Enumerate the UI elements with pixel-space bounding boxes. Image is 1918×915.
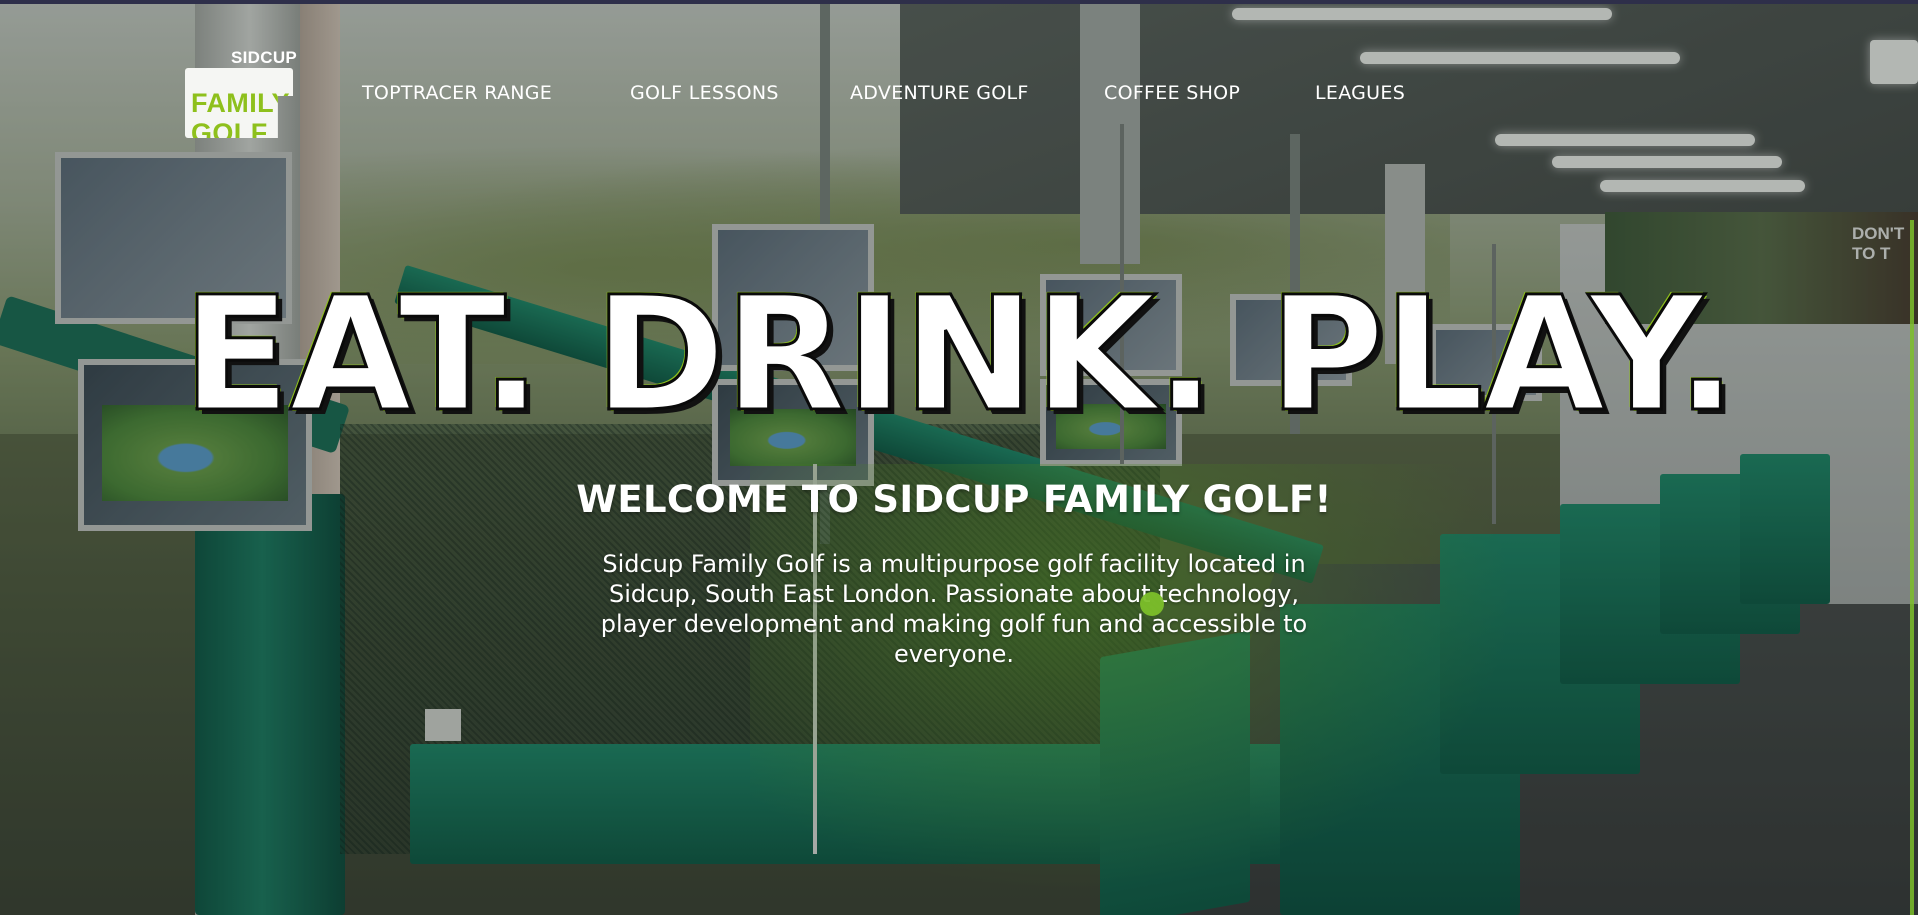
nav-item-toptracer-range[interactable]: TOPTRACER RANGE [362, 82, 552, 104]
hero-background-photo: DON'T TO T [0, 4, 1918, 915]
welcome-heading: WELCOME TO SIDCUP FAMILY GOLF! [576, 478, 1332, 521]
right-edge-accent [1910, 220, 1914, 915]
mouse-cursor-dot [1140, 592, 1164, 616]
hero-dark-overlay [0, 4, 1918, 915]
logo-badge: FAMILY GOLF [185, 68, 293, 138]
nav-item-leagues[interactable]: LEAGUES [1315, 82, 1405, 104]
nav-item-adventure-golf[interactable]: ADVENTURE GOLF [850, 82, 1029, 104]
window-top-border [0, 0, 1918, 4]
hero-section: EAT. DRINK. PLAY. [0, 263, 1918, 447]
logo-text-family: FAMILY [191, 88, 290, 118]
nav-item-golf-lessons[interactable]: GOLF LESSONS [630, 82, 779, 104]
intro-description: Sidcup Family Golf is a multipurpose gol… [600, 550, 1308, 668]
logo-text-sidcup: SIDCUP [231, 48, 298, 67]
hero-title: EAT. DRINK. PLAY. [181, 263, 1738, 447]
site-logo[interactable]: SIDCUP FAMILY GOLF [183, 48, 303, 140]
nav-item-coffee-shop[interactable]: COFFEE SHOP [1104, 82, 1240, 104]
